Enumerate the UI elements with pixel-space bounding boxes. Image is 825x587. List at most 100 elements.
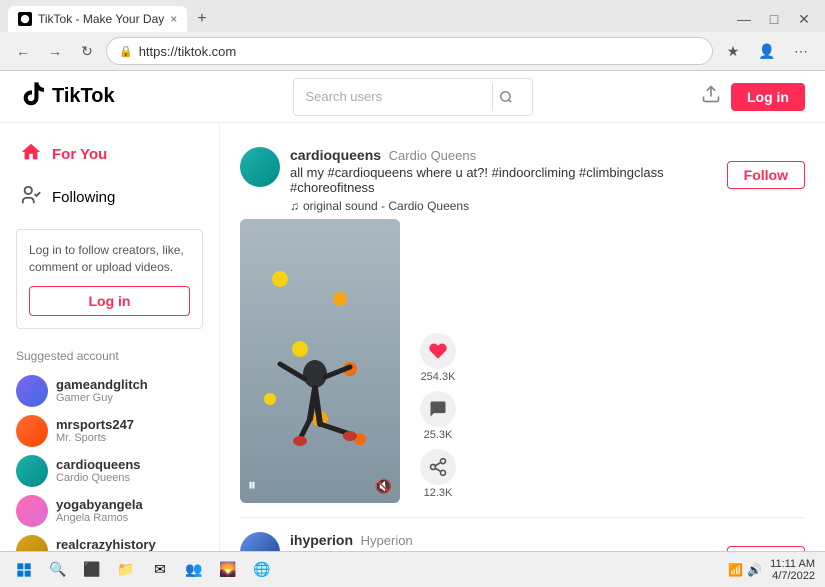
avatar-gameandglitch <box>16 375 48 407</box>
display-gameandglitch: Gamer Guy <box>56 392 203 404</box>
extensions-button[interactable]: ★ <box>719 37 747 65</box>
video-description-2: #pov #dronevideo #desert <box>290 550 713 551</box>
search-placeholder: Search users <box>306 89 484 104</box>
address-bar[interactable]: 🔒 https://tiktok.com <box>106 37 713 65</box>
close-window-button[interactable]: ✕ <box>791 6 817 32</box>
active-tab[interactable]: TikTok - Make Your Day × <box>8 6 187 32</box>
comment-button-1[interactable]: 25.3K <box>420 391 456 441</box>
upload-button[interactable] <box>701 84 721 110</box>
url-text: https://tiktok.com <box>139 44 700 59</box>
for-you-label: For You <box>52 146 107 163</box>
maximize-button[interactable]: □ <box>761 6 787 32</box>
video-card-left-2: ihyperion Hyperion #pov #dronevideo #des… <box>240 532 713 551</box>
sidebar-item-for-you[interactable]: For You <box>0 133 219 176</box>
sidebar-login-button[interactable]: Log in <box>29 286 190 316</box>
video-author-display-1: Cardio Queens <box>389 148 476 163</box>
taskview-button[interactable]: ⬛ <box>78 556 106 584</box>
profiles-button[interactable]: 👤 <box>753 37 781 65</box>
taskbar-time[interactable]: 11:11 AM 4/7/2022 <box>770 558 815 582</box>
tab-close-button[interactable]: × <box>170 12 177 26</box>
search-icon[interactable] <box>492 83 520 111</box>
avatar-yogabyangela <box>16 495 48 527</box>
share-count-1: 12.3K <box>424 487 453 499</box>
browser-chrome: TikTok - Make Your Day × + — □ ✕ ← → ↻ 🔒… <box>0 0 825 71</box>
tab-favicon <box>18 12 32 26</box>
system-tray: 📶 🔊 <box>728 563 762 577</box>
tab-bar: TikTok - Make Your Day × + — □ ✕ <box>0 0 825 32</box>
video-card-1: cardioqueens Cardio Queens all my #cardi… <box>240 133 805 518</box>
username-gameandglitch: gameandglitch <box>56 377 203 392</box>
search-bar: Search users <box>220 78 605 116</box>
suggested-account-cardioqueens[interactable]: cardioqueens Cardio Queens <box>16 451 203 491</box>
sidebar-login-text: Log in to follow creators, like, comment… <box>29 242 190 276</box>
logo-text: TikTok <box>52 85 115 108</box>
sidebar-item-following[interactable]: Following <box>0 176 219 219</box>
account-info-realcrazyhistory: realcrazyhistory Crazy Facts <box>56 537 203 551</box>
edge-button[interactable]: 🌐 <box>248 556 276 584</box>
search-input-wrap[interactable]: Search users <box>293 78 533 116</box>
tab-title: TikTok - Make Your Day <box>38 12 164 26</box>
suggested-account-yogabyangela[interactable]: yogabyangela Angela Ramos <box>16 491 203 531</box>
content-area: cardioqueens Cardio Queens all my #cardi… <box>220 123 825 551</box>
video-actions-1: 254.3K 25.3K <box>420 219 456 503</box>
main-content: For You Following Log in to follow creat… <box>0 123 825 551</box>
comment-icon-1 <box>420 391 456 427</box>
file-explorer-button[interactable]: 📁 <box>112 556 140 584</box>
mute-button-1[interactable]: 🔇 <box>375 478 392 495</box>
teams-button[interactable]: 👥 <box>180 556 208 584</box>
new-tab-button[interactable]: + <box>191 10 212 28</box>
video-author-handle-1[interactable]: cardioqueens <box>290 147 381 163</box>
avatar-realcrazyhistory <box>16 535 48 551</box>
video-header-2: ihyperion Hyperion #pov #dronevideo #des… <box>240 532 713 551</box>
forward-button[interactable]: → <box>42 38 68 64</box>
avatar-mrsports <box>16 415 48 447</box>
share-button-1[interactable]: 12.3K <box>420 449 456 499</box>
follow-button-2[interactable]: Follow <box>727 546 805 551</box>
play-pause-button-1[interactable]: ⏸ <box>248 477 256 495</box>
login-button[interactable]: Log in <box>731 83 805 111</box>
video-card-left-1: cardioqueens Cardio Queens all my #cardi… <box>240 147 713 503</box>
suggested-account-mrsports[interactable]: mrsports247 Mr. Sports <box>16 411 203 451</box>
suggested-account-gameandglitch[interactable]: gameandglitch Gamer Guy <box>16 371 203 411</box>
music-note-icon: ♫ <box>290 199 299 213</box>
display-mrsports: Mr. Sports <box>56 432 203 444</box>
browser-actions: ★ 👤 ⋯ <box>719 37 815 65</box>
like-count-1: 254.3K <box>421 371 456 383</box>
username-yogabyangela: yogabyangela <box>56 497 203 512</box>
sidebar-login-box: Log in to follow creators, like, comment… <box>16 229 203 329</box>
suggested-title: Suggested account <box>16 349 203 363</box>
logo[interactable]: TikTok <box>20 80 220 114</box>
video-card-right-2: Follow <box>727 532 805 551</box>
suggested-section: Suggested account gameandglitch Gamer Gu… <box>0 339 219 551</box>
video-author-handle-2[interactable]: ihyperion <box>290 532 353 548</box>
start-button[interactable] <box>10 556 38 584</box>
display-cardioqueens: Cardio Queens <box>56 472 203 484</box>
wifi-icon: 📶 <box>728 563 743 577</box>
menu-button[interactable]: ⋯ <box>787 37 815 65</box>
suggested-account-realcrazyhistory[interactable]: realcrazyhistory Crazy Facts <box>16 531 203 551</box>
video-card-right-1: Follow <box>727 147 805 503</box>
search-taskbar-button[interactable]: 🔍 <box>44 556 72 584</box>
video-card-2: ihyperion Hyperion #pov #dronevideo #des… <box>240 518 805 551</box>
video-thumbnail-1[interactable]: ⚑ Report <box>240 219 400 503</box>
taskbar-right: 📶 🔊 11:11 AM 4/7/2022 <box>728 558 815 582</box>
like-button-1[interactable]: 254.3K <box>420 333 456 383</box>
username-cardioqueens: cardioqueens <box>56 457 203 472</box>
minimize-button[interactable]: — <box>731 6 757 32</box>
following-icon <box>20 184 42 211</box>
mail-button[interactable]: ✉ <box>146 556 174 584</box>
username-mrsports: mrsports247 <box>56 417 203 432</box>
taskbar: 🔍 ⬛ 📁 ✉ 👥 🌄 🌐 📶 🔊 11:11 AM 4/7/2022 <box>0 551 825 587</box>
follow-button-1[interactable]: Follow <box>727 161 805 189</box>
account-info-cardioqueens: cardioqueens Cardio Queens <box>56 457 203 484</box>
climbing-svg <box>240 219 400 503</box>
refresh-button[interactable]: ↻ <box>74 38 100 64</box>
video-avatar-2[interactable] <box>240 532 280 551</box>
account-info-yogabyangela: yogabyangela Angela Ramos <box>56 497 203 524</box>
video-sound-1: ♫ original sound - Cardio Queens <box>290 199 713 213</box>
photos-button[interactable]: 🌄 <box>214 556 242 584</box>
lock-icon: 🔒 <box>119 45 133 58</box>
back-button[interactable]: ← <box>10 38 36 64</box>
video-avatar-1[interactable] <box>240 147 280 187</box>
video-meta-2: ihyperion Hyperion #pov #dronevideo #des… <box>290 532 713 551</box>
